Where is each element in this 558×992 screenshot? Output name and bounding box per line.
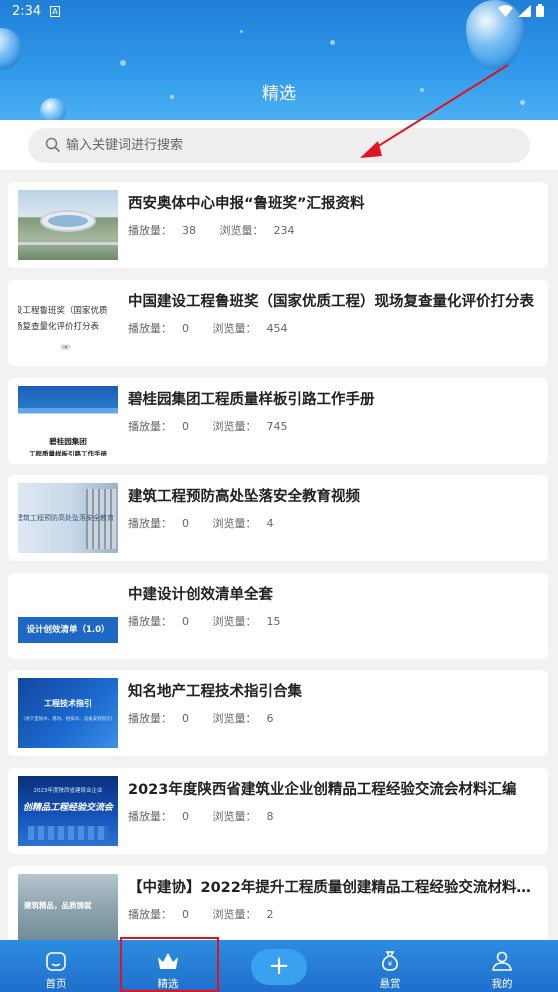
thumbnail-manual-cover: 碧桂园集团 工程质量样板引路工作手册 (18, 386, 118, 456)
status-time: 2:34 (12, 4, 42, 19)
play-count: 0 (182, 810, 189, 823)
item-stats: 播放量： 0 浏览量： 745 (128, 420, 288, 433)
item-stats: 播放量： 0 浏览量： 8 (128, 810, 274, 823)
item-stats: 播放量： 38 浏览量： 234 (128, 224, 295, 237)
thumbnail-list-cover: 设计创效清单（1.0） (18, 581, 118, 651)
item-title: 【中建协】2022年提升工程质量创建精品工程经验交流材料汇编 (128, 880, 538, 896)
nav-label: 精选 (157, 978, 179, 990)
signal-icon (518, 4, 531, 17)
nav-item-featured[interactable]: 精选 (128, 940, 208, 992)
add-button[interactable]: + (251, 949, 307, 985)
search-icon (45, 137, 61, 153)
list-item[interactable]: 设计创效清单（1.0） 中建设计创效清单全套 播放量： 0 浏览量： 15 (8, 573, 548, 659)
item-title: 中国建设工程鲁班奖（国家优质工程）现场复查量化评价打分表 (128, 294, 534, 310)
nav-item-home[interactable]: 首页 (16, 940, 96, 992)
money-bag-icon: ¥ (382, 951, 398, 971)
view-count: 15 (266, 615, 281, 628)
bottom-nav: 首页 精选 + ¥ 悬赏 我的 (0, 940, 558, 992)
nav-label: 我的 (491, 978, 513, 990)
item-stats: 播放量： 0 浏览量： 6 (128, 712, 274, 725)
header-banner: 2:34 A 精选 (0, 0, 558, 120)
search-input[interactable] (66, 128, 506, 163)
play-count: 0 (182, 712, 189, 725)
thumbnail-guide-cover: 工程技术指引 （地下室防水、基坑、给排水、设备安装指引） (18, 678, 118, 748)
item-stats: 播放量： 0 浏览量： 454 (128, 322, 288, 335)
nav-label: 悬赏 (379, 978, 401, 990)
water-drop-decoration (0, 28, 22, 70)
home-icon (46, 952, 66, 971)
view-count: 2 (266, 908, 274, 921)
view-count: 8 (266, 810, 274, 823)
thumbnail-aerial-cover: 建筑精品，品质铸就 (18, 874, 118, 944)
play-count: 38 (182, 224, 196, 237)
item-title: 中建设计创效清单全套 (128, 587, 273, 603)
play-count: 0 (182, 908, 189, 921)
notification-a-icon: A (50, 6, 60, 17)
list-item[interactable]: 西安奥体中心申报“鲁班奖”汇报资料 播放量： 38 浏览量： 234 (8, 182, 548, 268)
list-item[interactable]: 工程技术指引 （地下室防水、基坑、给排水、设备安装指引） 知名地产工程技术指引合… (8, 670, 548, 756)
thumbnail-conference-cover: 2023年度陕西省建筑业企业 创精品工程经验交流会 (18, 776, 118, 846)
list-item[interactable]: 建筑工程预防高处坠落安全教育 建筑工程预防高处坠落安全教育视频 播放量： 0 浏览… (8, 475, 548, 561)
play-count: 0 (182, 420, 189, 433)
item-title: 2023年度陕西省建筑业企业创精品工程经验交流会材料汇编 (128, 782, 517, 798)
list-item[interactable]: 设工程鲁班奖（国家优质 场复查量化评价打分表 （续） 中国建设工程鲁班奖（国家优… (8, 280, 548, 366)
play-count: 0 (182, 322, 189, 335)
crown-icon (158, 953, 178, 969)
page-title: 精选 (262, 84, 296, 104)
status-icons (498, 4, 544, 17)
view-count: 454 (266, 322, 288, 335)
search-area (0, 120, 558, 170)
nav-item-bounty[interactable]: ¥ 悬赏 (350, 940, 430, 992)
item-title: 碧桂园集团工程质量样板引路工作手册 (128, 392, 375, 408)
nav-label: 首页 (45, 978, 67, 990)
thumbnail-document-cover: 设工程鲁班奖（国家优质 场复查量化评价打分表 （续） (18, 288, 118, 358)
battery-icon (536, 4, 544, 17)
item-stats: 播放量： 0 浏览量： 15 (128, 615, 281, 628)
thumbnail-stadium-photo (18, 190, 118, 260)
play-count: 0 (182, 517, 189, 530)
view-count: 6 (266, 712, 274, 725)
search-box[interactable] (28, 128, 530, 163)
thumbnail-video-frame: 建筑工程预防高处坠落安全教育 (18, 483, 118, 553)
view-count: 234 (273, 224, 295, 237)
list-item[interactable]: 2023年度陕西省建筑业企业 创精品工程经验交流会 2023年度陕西省建筑业企业… (8, 768, 548, 854)
view-count: 4 (266, 517, 274, 530)
view-count: 745 (266, 420, 288, 433)
item-title: 建筑工程预防高处坠落安全教育视频 (128, 489, 360, 505)
nav-item-mine[interactable]: 我的 (462, 940, 542, 992)
item-stats: 播放量： 0 浏览量： 2 (128, 908, 274, 921)
item-title: 西安奥体中心申报“鲁班奖”汇报资料 (128, 196, 365, 212)
wifi-icon (498, 4, 513, 17)
status-bar: 2:34 A (0, 0, 558, 24)
user-icon (492, 951, 512, 971)
item-stats: 播放量： 0 浏览量： 4 (128, 517, 274, 530)
list-item[interactable]: 碧桂园集团 工程质量样板引路工作手册 碧桂园集团工程质量样板引路工作手册 播放量… (8, 378, 548, 464)
item-title: 知名地产工程技术指引合集 (128, 684, 302, 700)
svg-text:¥: ¥ (388, 960, 393, 968)
play-count: 0 (182, 615, 189, 628)
